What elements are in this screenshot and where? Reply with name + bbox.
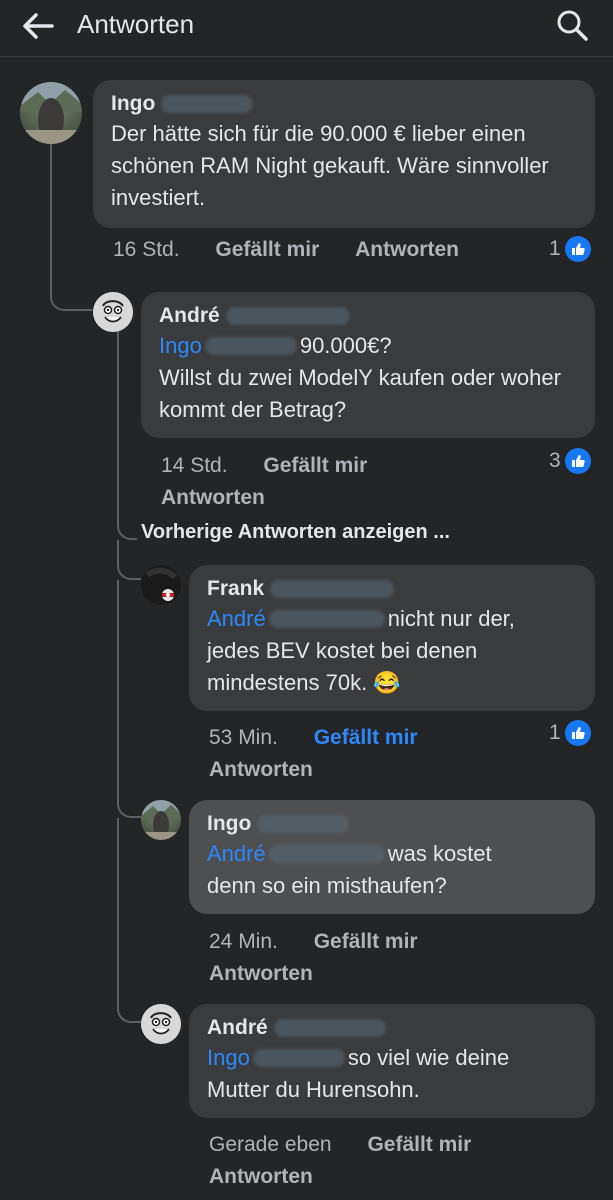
- comment-meta: 24 Min. Gefällt mir Antworten: [209, 926, 418, 990]
- comment-text: Willst du zwei ModelY kaufen oder woher …: [159, 365, 561, 422]
- reaction-count[interactable]: 1: [549, 720, 591, 746]
- reply-button[interactable]: Antworten: [209, 1165, 313, 1188]
- comment-meta: Gerade eben Gefällt mir Antworten: [209, 1129, 471, 1193]
- mention-link[interactable]: Ingo: [207, 1045, 250, 1070]
- top-bar: Antworten: [0, 0, 613, 57]
- mention-link[interactable]: Ingo: [159, 333, 202, 358]
- comment-bubble[interactable]: Frank André nicht nur der, jedes BEV kost…: [189, 565, 595, 711]
- like-button[interactable]: Gefällt mir: [314, 930, 418, 953]
- like-button[interactable]: Gefällt mir: [263, 454, 367, 477]
- comment-author[interactable]: Frank: [207, 575, 577, 603]
- comment-meta: 53 Min. Gefällt mir Antworten: [209, 722, 418, 786]
- thumbs-up-icon: [564, 448, 591, 474]
- comment-bubble[interactable]: Ingo André was kostet denn so ein misthau…: [189, 800, 595, 914]
- thumbs-up-icon: [564, 720, 591, 746]
- comment-bubble[interactable]: André Ingo 90.000€? Willst du zwei ModelY…: [141, 292, 595, 438]
- avatar[interactable]: [141, 1004, 181, 1044]
- comment-time: 24 Min.: [209, 930, 278, 953]
- thread-line: [117, 330, 137, 540]
- comment-text: Ingo 90.000€?: [159, 333, 392, 358]
- avatar[interactable]: [141, 800, 181, 840]
- previous-replies-link[interactable]: Vorherige Antworten anzeigen ...: [141, 521, 450, 544]
- avatar[interactable]: [141, 565, 181, 605]
- thread-line: [117, 818, 141, 1023]
- avatar[interactable]: [20, 82, 82, 144]
- comment-meta: 14 Std. Gefällt mir Antworten: [161, 450, 367, 514]
- comment-time: 53 Min.: [209, 726, 278, 749]
- comment-author[interactable]: Ingo: [111, 90, 577, 118]
- comment-text: jedes BEV kostet bei denen mindestens 70…: [207, 638, 478, 695]
- comment-bubble[interactable]: Ingo Der hätte sich für die 90.000 € lie…: [93, 80, 595, 228]
- mention-link[interactable]: André: [207, 606, 266, 631]
- page-title: Antworten: [77, 9, 195, 39]
- comment-author[interactable]: André: [159, 302, 577, 330]
- avatar[interactable]: [93, 292, 133, 332]
- reply-button[interactable]: Antworten: [209, 962, 313, 985]
- comment-text: denn so ein misthaufen?: [207, 873, 447, 898]
- reaction-count[interactable]: 1: [549, 236, 591, 262]
- thread-line: [50, 144, 92, 311]
- like-button[interactable]: Gefällt mir: [314, 726, 418, 749]
- thread-line: [117, 540, 141, 580]
- comment-time: Gerade eben: [209, 1133, 332, 1156]
- reply-button[interactable]: Antworten: [355, 238, 459, 261]
- comment-bubble[interactable]: André Ingo so viel wie deine Mutter du Hu…: [189, 1004, 595, 1118]
- comment-text: Mutter du Hurensohn.: [207, 1077, 420, 1102]
- search-icon[interactable]: [552, 5, 592, 45]
- comment-text: André nicht nur der,: [207, 606, 515, 631]
- comment-time: 14 Std.: [161, 454, 228, 477]
- like-button[interactable]: Gefällt mir: [367, 1133, 471, 1156]
- comment-text: André was kostet: [207, 841, 492, 866]
- mention-link[interactable]: André: [207, 841, 266, 866]
- comment-text: Ingo so viel wie deine: [207, 1045, 510, 1070]
- reply-button[interactable]: Antworten: [209, 758, 313, 781]
- comment-time: 16 Std.: [113, 238, 180, 261]
- like-button[interactable]: Gefällt mir: [215, 238, 319, 261]
- thumbs-up-icon: [564, 236, 591, 262]
- comment-meta: 16 Std. Gefällt mir Antworten: [113, 238, 459, 262]
- reply-button[interactable]: Antworten: [161, 486, 265, 509]
- reaction-count[interactable]: 3: [549, 448, 591, 474]
- comment-text: Der hätte sich für die 90.000 € lieber e…: [111, 121, 549, 210]
- comment-author[interactable]: Ingo: [207, 810, 577, 838]
- thread-line: [117, 580, 141, 818]
- comment-author[interactable]: André: [207, 1014, 577, 1042]
- back-arrow-icon[interactable]: [18, 6, 58, 46]
